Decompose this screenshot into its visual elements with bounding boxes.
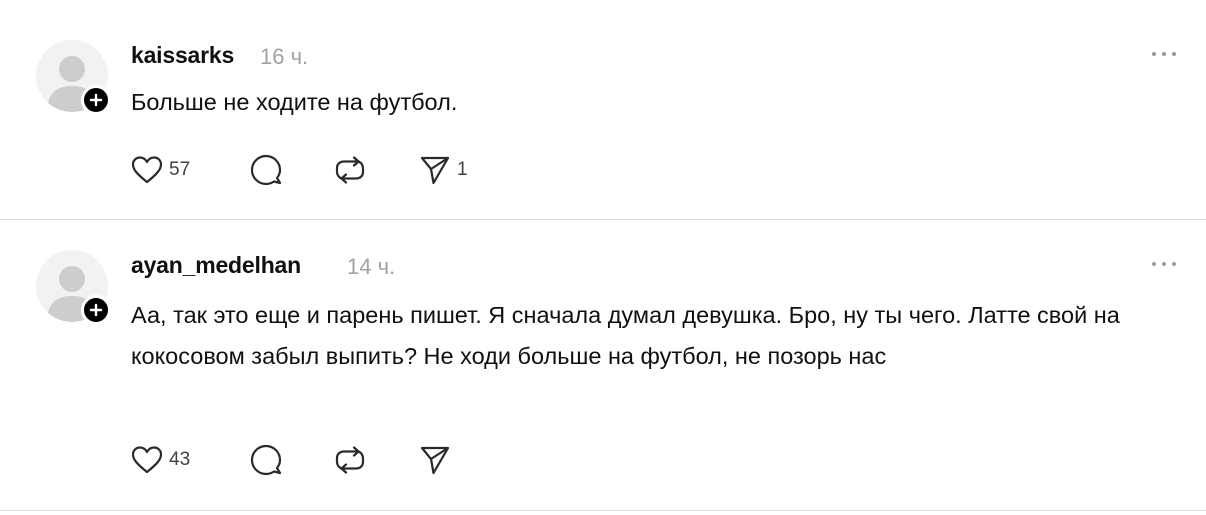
repost-button[interactable] [333, 443, 367, 477]
plus-icon [89, 303, 103, 317]
more-icon [1152, 52, 1176, 56]
repost-button[interactable] [333, 153, 367, 187]
plus-icon [89, 93, 103, 107]
like-count: 57 [169, 159, 191, 180]
post-timestamp[interactable]: 16 ч. [260, 44, 308, 70]
share-button[interactable] [419, 443, 457, 477]
follow-button[interactable] [81, 295, 111, 325]
post-text: Больше не ходите на футбол. [131, 89, 458, 115]
like-button[interactable]: 57 [131, 153, 190, 187]
send-icon [420, 156, 450, 185]
username-link[interactable]: ayan_medelhan [131, 252, 301, 279]
comment-icon [250, 444, 282, 476]
follow-button[interactable] [81, 85, 111, 115]
repost-icon [335, 156, 365, 184]
share-button[interactable]: 1 [419, 153, 468, 187]
avatar-container[interactable] [36, 250, 111, 325]
repost-icon [335, 446, 365, 474]
post-divider [0, 510, 1206, 511]
heart-icon [131, 446, 163, 474]
username-link[interactable]: kaissarks [131, 42, 234, 69]
post-item: ayan_medelhan 14 ч. Аа, так это еще и па… [0, 220, 1206, 512]
avatar-container[interactable] [36, 40, 111, 115]
post-item: kaissarks 16 ч. Больше не ходите на футб… [0, 0, 1206, 219]
reply-button[interactable] [249, 443, 283, 477]
post-timestamp[interactable]: 14 ч. [347, 254, 395, 280]
more-icon [1152, 262, 1176, 266]
comment-icon [250, 154, 282, 186]
send-icon [420, 446, 450, 475]
like-button[interactable]: 43 [131, 443, 190, 477]
reply-button[interactable] [249, 153, 283, 187]
share-count: 1 [457, 159, 468, 180]
more-options-button[interactable] [1148, 44, 1180, 64]
post-text: Аа, так это еще и парень пишет. Я сначал… [131, 302, 1120, 369]
heart-icon [131, 156, 163, 184]
like-count: 43 [169, 449, 191, 470]
more-options-button[interactable] [1148, 254, 1180, 274]
